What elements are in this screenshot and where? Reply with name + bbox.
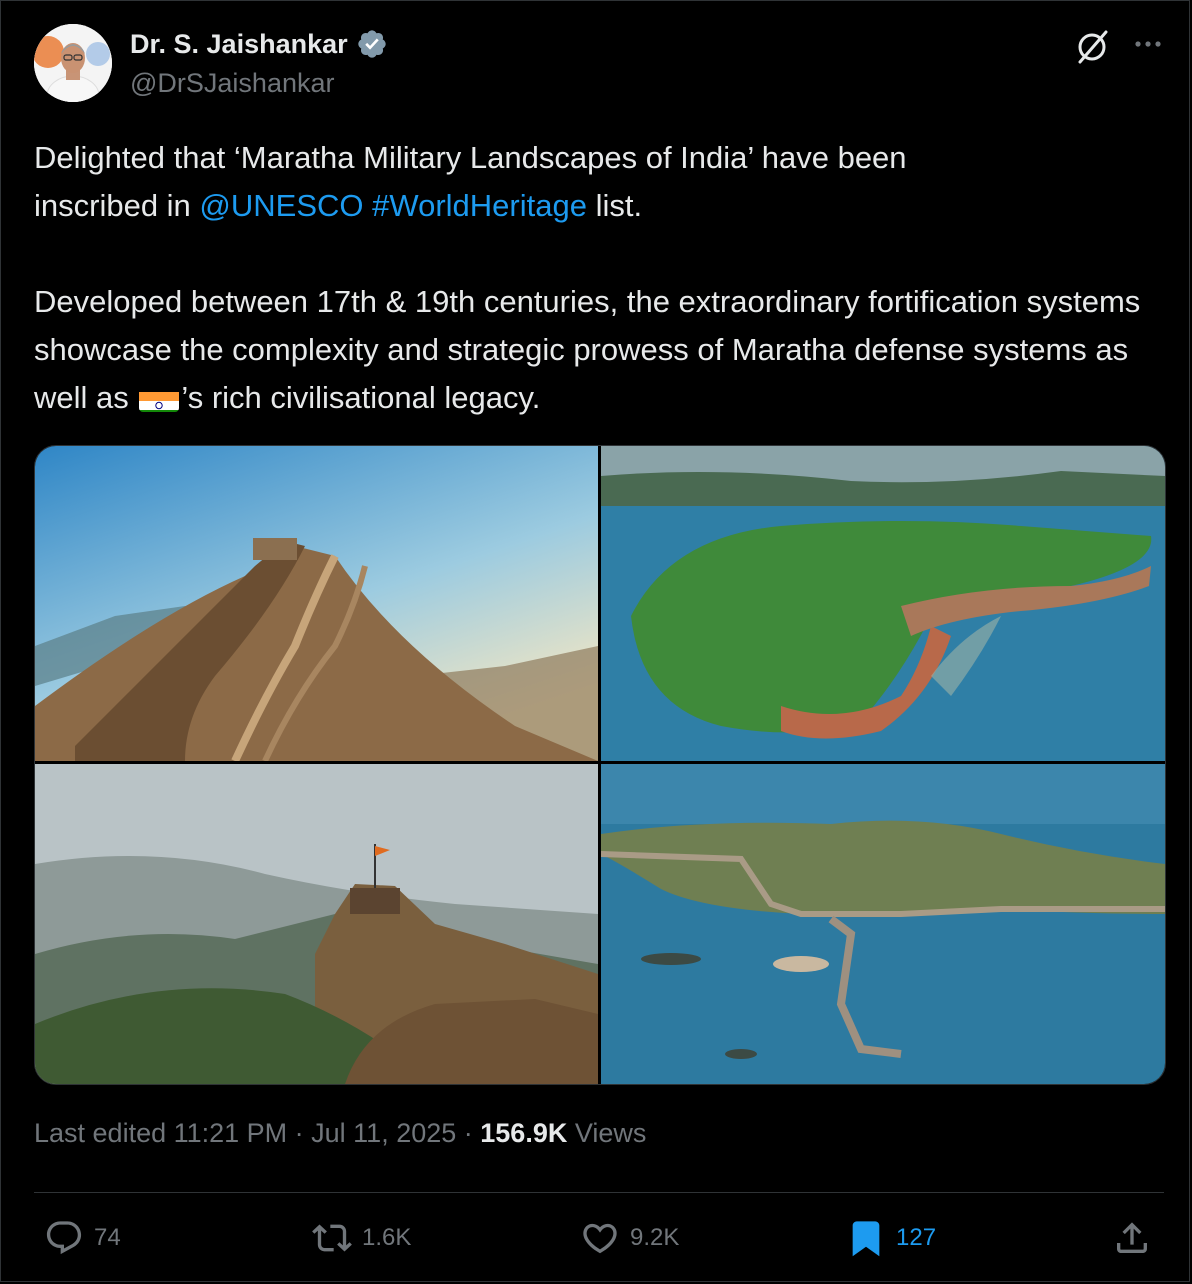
tweet-text-segment: Delighted that ‘Maratha Military Landsca… (34, 140, 907, 175)
india-flag-emoji (139, 385, 180, 412)
mention-link[interactable]: @UNESCO (199, 188, 363, 223)
author-row: Dr. S. Jaishankar (130, 28, 388, 60)
views-label: Views (567, 1118, 647, 1148)
tweet-paragraph: Developed between 17th & 19th centuries,… (34, 278, 1164, 422)
reply-button[interactable]: 74 (44, 1218, 121, 1258)
edit-timestamp[interactable]: Last edited 11:21 PM · Jul 11, 2025 · (34, 1118, 480, 1148)
reply-count: 74 (94, 1224, 121, 1251)
repost-count: 1.6K (362, 1224, 412, 1251)
tweet-text-segment: list. (586, 188, 643, 223)
like-button[interactable]: 9.2K (580, 1218, 679, 1258)
hashtag-link[interactable]: #WorldHeritage (372, 188, 587, 223)
tweet-text-segment: inscribed in (34, 188, 200, 223)
photo-sea-fort-causeway[interactable] (601, 764, 1165, 1084)
tweet-text-segment: ’s rich civilisational legacy. (181, 380, 541, 415)
bookmark-count: 127 (896, 1224, 937, 1251)
divider (34, 1192, 1164, 1193)
photo-fort-flag[interactable] (35, 764, 598, 1084)
photo-hill-fort-ridge[interactable] (35, 446, 598, 761)
tweet-line: Delighted that ‘Maratha Military Landsca… (34, 134, 1164, 182)
author-handle[interactable]: @DrSJaishankar (130, 68, 334, 99)
tweet-line: inscribed in @UNESCO #WorldHeritage list… (34, 182, 1164, 230)
share-icon (1117, 1222, 1147, 1253)
like-icon (583, 1223, 617, 1254)
more-icon[interactable] (1128, 26, 1168, 62)
photo-island-fort[interactable] (601, 446, 1165, 761)
reply-icon (46, 1221, 82, 1255)
grok-icon[interactable] (1072, 26, 1112, 66)
repost-button[interactable]: 1.6K (312, 1218, 411, 1258)
share-button[interactable] (1112, 1218, 1152, 1258)
author-name[interactable]: Dr. S. Jaishankar (130, 29, 348, 60)
bookmark-icon (852, 1221, 880, 1257)
like-count: 9.2K (630, 1224, 680, 1251)
bookmark-button[interactable]: 127 (846, 1218, 936, 1258)
repost-icon (312, 1224, 352, 1252)
avatar[interactable] (34, 24, 112, 102)
tweet-text: Delighted that ‘Maratha Military Landsca… (34, 134, 1164, 422)
views-count: 156.9K (480, 1118, 568, 1148)
verified-badge-icon (357, 30, 386, 58)
media-grid (34, 445, 1166, 1085)
tweet-meta: Last edited 11:21 PM · Jul 11, 2025 · 15… (34, 1118, 646, 1149)
